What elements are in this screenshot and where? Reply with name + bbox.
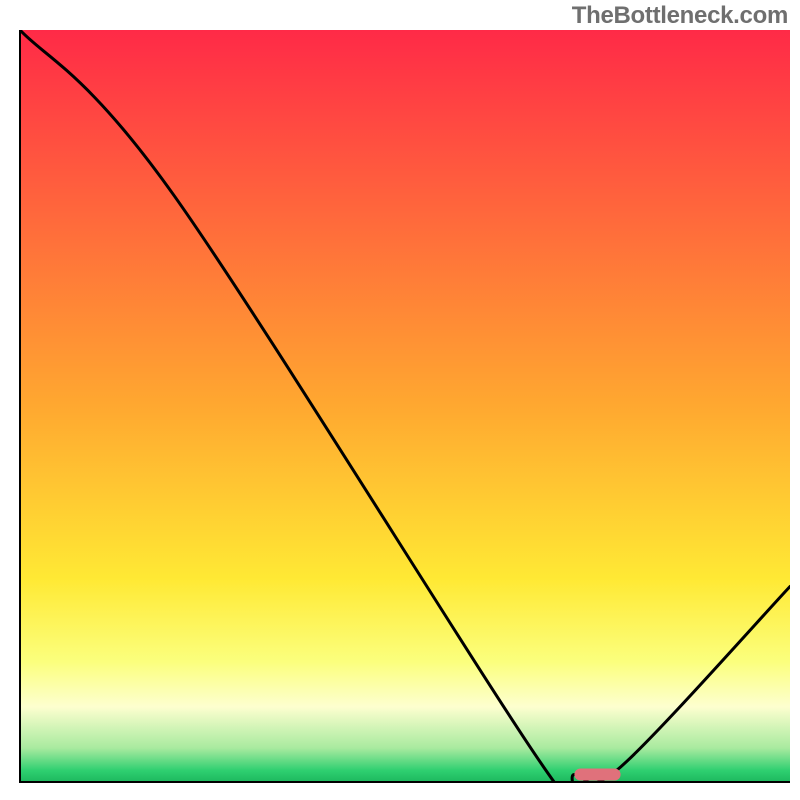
optimum-marker (574, 768, 620, 780)
mask-left (0, 0, 20, 800)
chart-container: TheBottleneck.com (0, 0, 800, 800)
bottleneck-chart (0, 0, 800, 800)
mask-right (790, 0, 800, 800)
watermark-text: TheBottleneck.com (572, 2, 788, 30)
mask-bottom (0, 782, 800, 800)
